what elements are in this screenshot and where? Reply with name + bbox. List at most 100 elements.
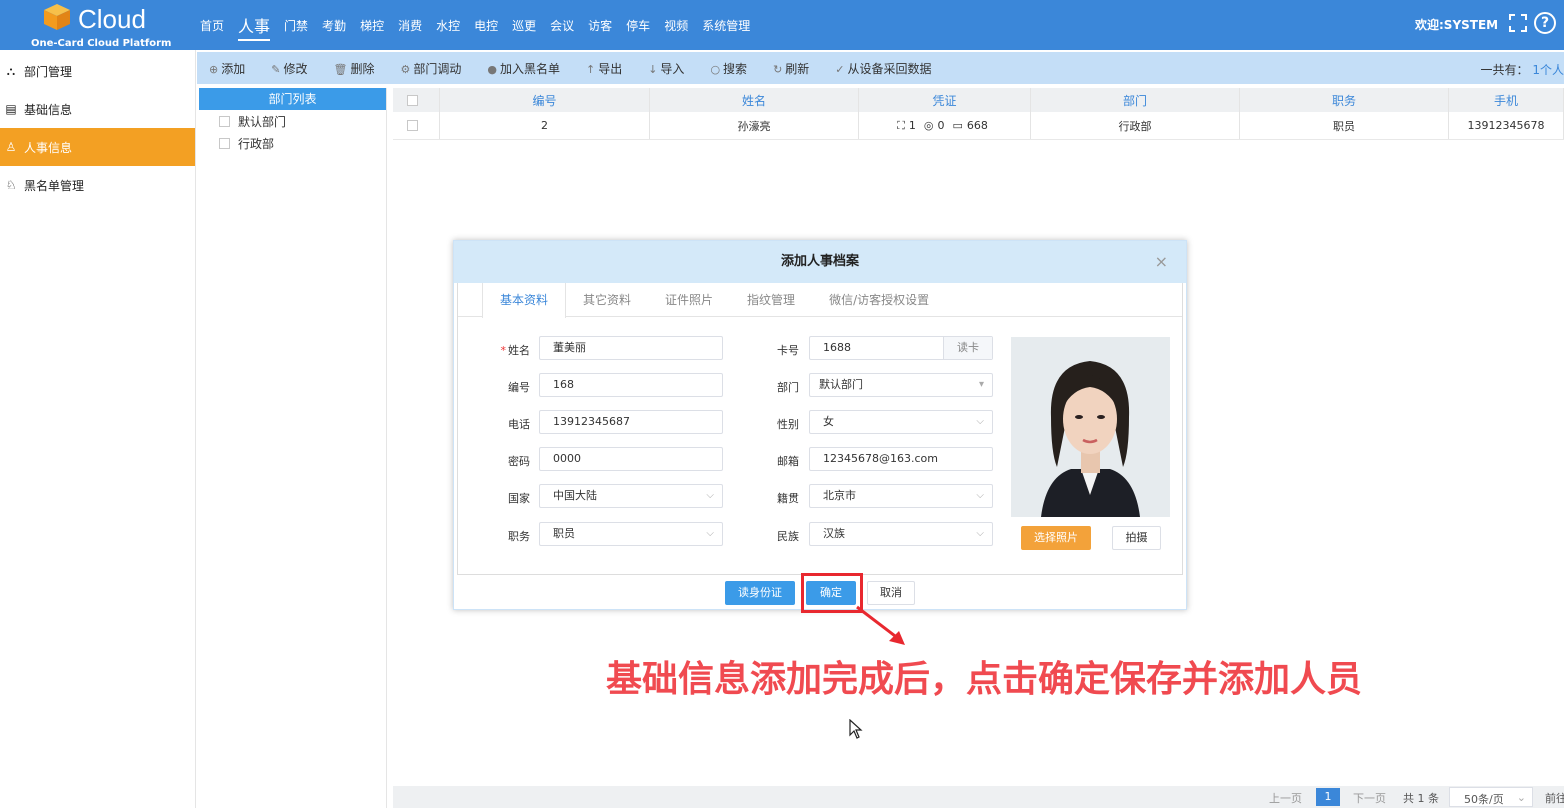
column-header[interactable]: 职务: [1240, 88, 1449, 112]
help-icon[interactable]: ?: [1534, 12, 1556, 34]
tab-0[interactable]: 基本资料: [482, 283, 567, 318]
nav-item-2[interactable]: 门禁: [284, 17, 308, 34]
tab-2[interactable]: 证件照片: [648, 283, 730, 316]
checkbox[interactable]: [219, 115, 230, 127]
phone-field[interactable]: 13912345687: [539, 410, 723, 434]
tab-1[interactable]: 其它资料: [566, 283, 648, 316]
column-header[interactable]: 姓名: [650, 88, 859, 112]
sidebar: ⛬ 部门管理 ▤ 基础信息 ♙ 人事信息 ♘ 黑名单管理: [0, 50, 196, 808]
nav-item-10[interactable]: 访客: [588, 17, 612, 34]
toolbar-label: 部门调动: [413, 61, 462, 76]
dept-item[interactable]: 行政部: [199, 132, 386, 154]
nav-item-7[interactable]: 电控: [474, 17, 498, 34]
toolbar-button-9[interactable]: ✓ 从设备采回数据: [835, 60, 931, 77]
tab-3[interactable]: 指纹管理: [730, 283, 812, 316]
country-value: 中国大陆: [553, 489, 597, 502]
toolbar-button-8[interactable]: ↻ 刷新: [773, 60, 809, 77]
toolbar-label: 删除: [350, 61, 375, 76]
cell-phone: 13912345678: [1449, 112, 1564, 139]
fullscreen-icon[interactable]: [1508, 13, 1528, 33]
page-size-select[interactable]: 50条/页 ⌄: [1449, 787, 1533, 807]
position-select[interactable]: 职员 ⌵: [539, 522, 723, 546]
nav-item-9[interactable]: 会议: [550, 17, 574, 34]
arrow-icon: [856, 605, 905, 645]
total-prefix: 一共有：: [1480, 63, 1529, 77]
nav-item-3[interactable]: 考勤: [322, 17, 346, 34]
select-all-checkbox[interactable]: [406, 94, 418, 106]
column-header[interactable]: 手机: [1449, 88, 1564, 112]
read-card-button[interactable]: 读卡: [943, 337, 992, 359]
email-field[interactable]: 12345678@163.com: [809, 447, 993, 471]
nav-item-5[interactable]: 消费: [398, 17, 422, 34]
column-header[interactable]: 部门: [1031, 88, 1240, 112]
toolbar-icon-6: ↓: [648, 62, 658, 76]
nav-item-13[interactable]: 系统管理: [702, 17, 750, 34]
chevron-down-icon: ⌵: [706, 528, 714, 539]
top-bar: Cloud One-Card Cloud Platform 首页 人事 门禁 考勤 梯控…: [0, 0, 1564, 50]
read-id-card-button[interactable]: 读身份证: [725, 581, 795, 605]
sidebar-item-label: 人事信息: [24, 140, 73, 155]
nav-item-6[interactable]: 水控: [436, 17, 460, 34]
column-header[interactable]: 编号: [440, 88, 650, 112]
department-select[interactable]: 默认部门 ▾: [809, 373, 993, 397]
number-field[interactable]: 168: [539, 373, 723, 397]
toolbar-label: 导出: [598, 61, 623, 76]
next-page-button[interactable]: 下一页: [1353, 790, 1386, 806]
toolbar-button-0[interactable]: ⊕ 添加: [209, 60, 245, 77]
toolbar-button-4[interactable]: ● 加入黑名单: [487, 60, 560, 77]
nav-item-12[interactable]: 视频: [664, 17, 688, 34]
nav-item-8[interactable]: 巡更: [512, 17, 536, 34]
ethnicity-value: 汉族: [823, 527, 845, 540]
brand-logo[interactable]: Cloud One-Card Cloud Platform: [31, 2, 171, 49]
toolbar-button-3[interactable]: ⚙ 部门调动: [400, 60, 461, 77]
column-header[interactable]: 凭证: [859, 88, 1031, 112]
table-body: 2 孙濠亮 ⛶ 1 ◎ 0 ▭ 668 行政部 职员 13912345678: [393, 112, 1564, 140]
dept-panel: 部门列表 默认部门 行政部: [199, 88, 387, 808]
card-field[interactable]: 1688 读卡: [809, 336, 993, 360]
toolbar-button-6[interactable]: ↓ 导入: [648, 60, 684, 77]
cell-id: 2: [440, 112, 650, 139]
toolbar-button-7[interactable]: ○ 搜索: [710, 60, 747, 77]
card-icon: ▭: [952, 119, 963, 132]
close-icon[interactable]: ×: [1155, 241, 1168, 283]
capture-photo-button[interactable]: 拍摄: [1112, 526, 1161, 550]
total-items: 共 1 条: [1403, 792, 1439, 805]
department-label: 部门: [777, 381, 799, 394]
country-select[interactable]: 中国大陆 ⌵: [539, 484, 723, 508]
chevron-down-icon: ⌵: [976, 528, 984, 539]
checkbox[interactable]: [219, 137, 230, 149]
toolbar-button-2[interactable]: 🗑 删除: [333, 60, 374, 77]
cancel-button[interactable]: 取消: [867, 581, 915, 605]
toolbar-button-5[interactable]: ↑ 导出: [586, 60, 622, 77]
total-count: 一共有： 1个人: [1481, 61, 1564, 78]
dept-item[interactable]: 默认部门: [199, 110, 386, 132]
sidebar-item-1[interactable]: ▤ 基础信息: [0, 90, 195, 128]
gender-label: 性别: [777, 418, 799, 431]
password-field[interactable]: 0000: [539, 447, 723, 471]
select-photo-button[interactable]: 选择照片: [1021, 526, 1091, 550]
sidebar-item-0[interactable]: ⛬ 部门管理: [0, 52, 195, 90]
gender-select[interactable]: 女 ⌵: [809, 410, 993, 434]
sidebar-item-3[interactable]: ♘ 黑名单管理: [0, 166, 195, 204]
welcome-text: 欢迎:SYSTEM: [1415, 18, 1499, 32]
toolbar-label: 导入: [660, 61, 685, 76]
toolbar-button-1[interactable]: ✎ 修改: [271, 60, 307, 77]
name-label: * 姓名: [500, 344, 531, 357]
row-checkbox[interactable]: [406, 120, 418, 131]
page-1-button[interactable]: 1: [1316, 788, 1340, 806]
tab-4[interactable]: 微信/访客授权设置: [812, 283, 946, 316]
nav-item-11[interactable]: 停车: [626, 17, 650, 34]
sidebar-item-2[interactable]: ♙ 人事信息: [0, 128, 195, 166]
cell-title: 职员: [1240, 112, 1449, 139]
origin-select[interactable]: 北京市 ⌵: [809, 484, 993, 508]
position-value: 职员: [553, 527, 575, 540]
table-row[interactable]: 2 孙濠亮 ⛶ 1 ◎ 0 ▭ 668 行政部 职员 13912345678: [393, 112, 1564, 140]
nav-item-4[interactable]: 梯控: [360, 17, 384, 34]
prev-page-button[interactable]: 上一页: [1269, 790, 1302, 806]
dept-list-title: 部门列表: [199, 88, 386, 110]
name-field[interactable]: 董美丽: [539, 336, 723, 360]
pager: 上一页 1 下一页 共 1 条 50条/页 ⌄ 前往: [393, 786, 1564, 808]
ethnicity-select[interactable]: 汉族 ⌵: [809, 522, 993, 546]
nav-item-1[interactable]: 人事: [238, 13, 271, 41]
nav-item-0[interactable]: 首页: [200, 17, 224, 34]
